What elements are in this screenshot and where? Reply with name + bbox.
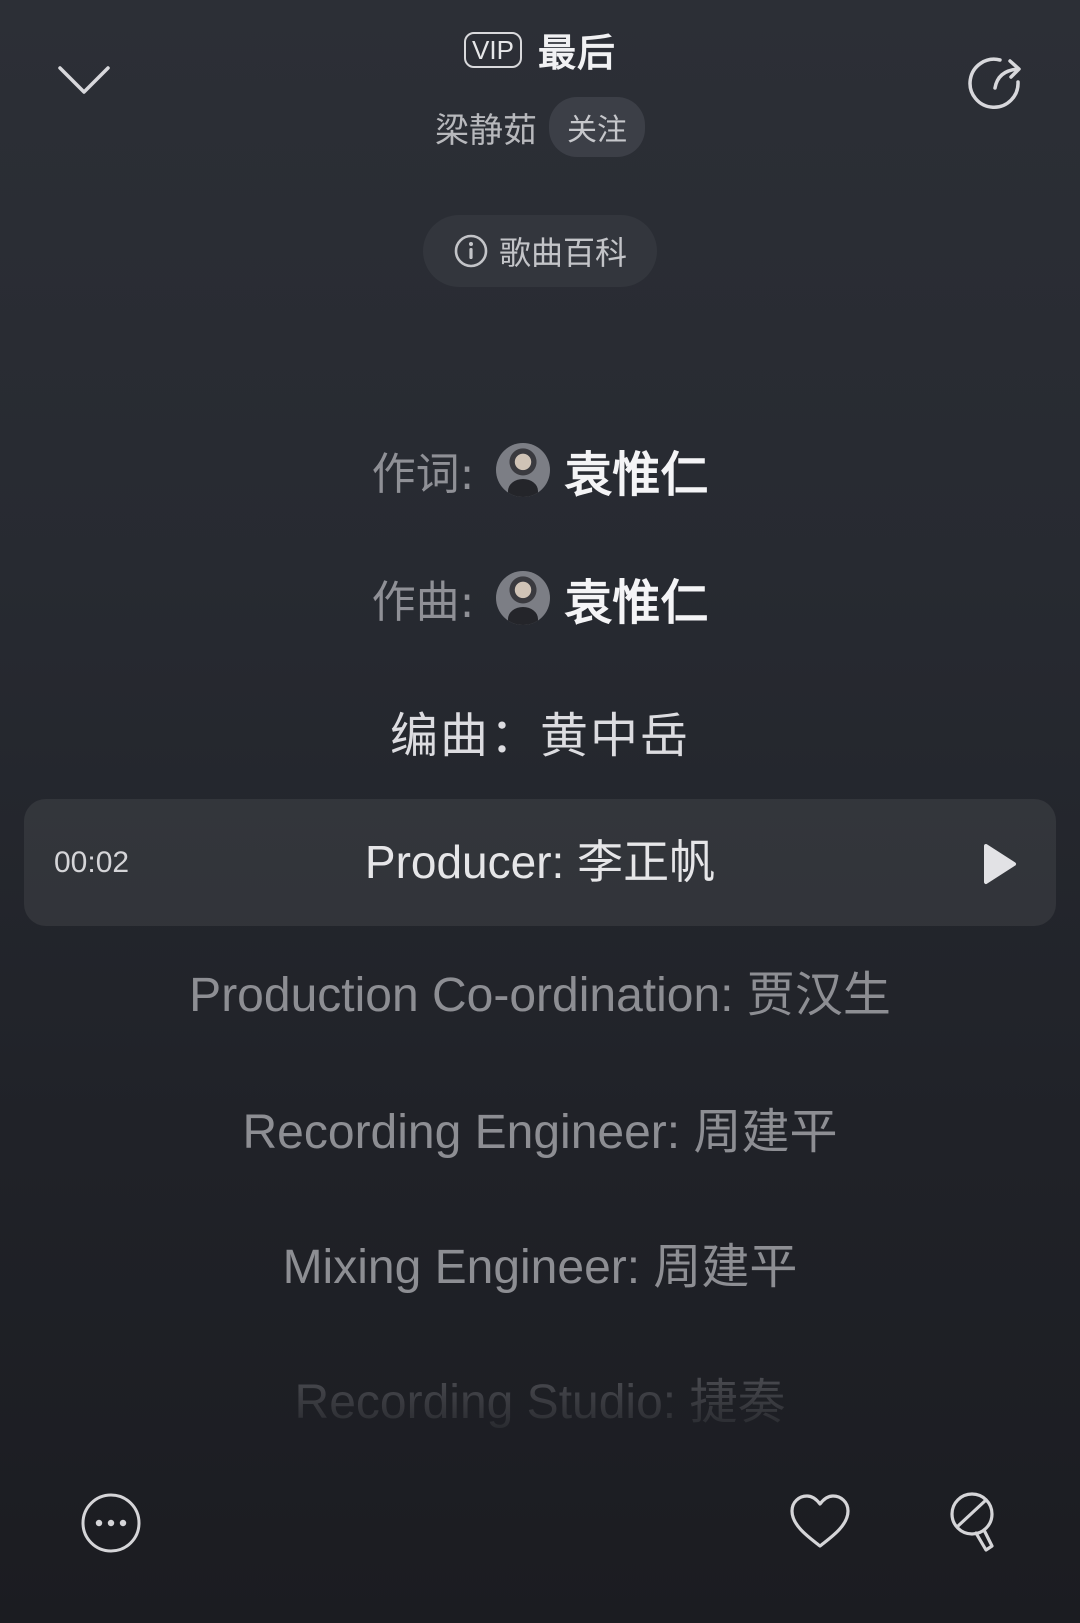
karaoke-button[interactable] xyxy=(946,1490,1002,1558)
lyric-line[interactable]: Recording Studio: 捷奏 xyxy=(0,1362,1080,1432)
arranger-line: 编曲：黄中岳 xyxy=(389,708,690,764)
more-icon xyxy=(81,1493,141,1553)
song-wiki-button[interactable]: 歌曲百科 xyxy=(423,215,657,287)
song-title-row: VIP 最后 xyxy=(0,22,1080,77)
lyricist-row: 作词: 袁惟仁 xyxy=(0,435,1080,505)
artist-name[interactable]: 梁静茹 xyxy=(435,103,537,152)
avatar[interactable] xyxy=(496,443,551,497)
arranger-row: 编曲：黄中岳 xyxy=(0,696,1080,766)
microphone-icon xyxy=(950,1492,994,1552)
lyricist-role: 作词: xyxy=(371,449,475,500)
play-icon xyxy=(984,844,1016,884)
play-from-line-button[interactable] xyxy=(982,842,1018,886)
song-wiki-label: 歌曲百科 xyxy=(498,234,627,272)
heart-icon xyxy=(790,1494,850,1548)
song-title: 最后 xyxy=(537,31,616,75)
lyric-line[interactable]: Production Co-ordination: 贾汉生 xyxy=(0,955,1080,1025)
lyric-line[interactable]: Mixing Engineer: 周建平 xyxy=(0,1227,1080,1297)
info-icon xyxy=(454,234,488,268)
like-button[interactable] xyxy=(788,1492,852,1552)
more-button[interactable] xyxy=(80,1492,142,1554)
artist-row: 梁静茹 关注 xyxy=(0,97,1080,157)
current-lyric-text: Producer: 李正帆 xyxy=(364,836,716,888)
composer-role: 作曲: xyxy=(371,577,475,628)
vip-badge: VIP xyxy=(464,31,522,68)
lyricist-name[interactable]: 袁惟仁 xyxy=(564,435,708,505)
follow-button[interactable]: 关注 xyxy=(549,97,645,157)
composer-name[interactable]: 袁惟仁 xyxy=(564,563,708,633)
avatar[interactable] xyxy=(496,571,551,625)
lyric-line[interactable]: Recording Engineer: 周建平 xyxy=(0,1092,1080,1162)
composer-row: 作曲: 袁惟仁 xyxy=(0,563,1080,633)
